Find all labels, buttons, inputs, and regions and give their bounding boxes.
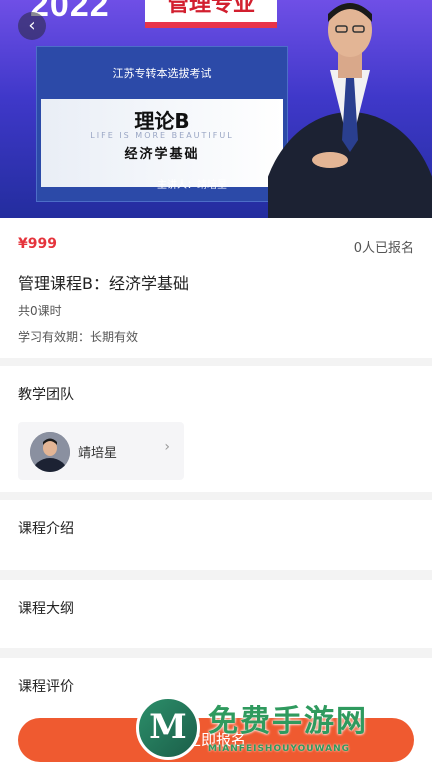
course-hours: 共0课时	[18, 304, 62, 318]
banner-lecturer: 主讲人：靖培星	[157, 180, 227, 191]
banner-motto: LIFE IS MORE BEAUTIFUL	[90, 131, 234, 140]
course-validity: 学习有效期：长期有效	[18, 330, 139, 344]
watermark-text: 免费手游网	[208, 704, 368, 739]
teaching-team-section: 教学团队 靖培星 ›	[0, 366, 432, 492]
banner-major: 管理专业	[145, 0, 278, 28]
back-button[interactable]: ‹	[18, 12, 46, 40]
chevron-left-icon: ‹	[28, 15, 36, 36]
teaching-team-title: 教学团队	[18, 387, 74, 403]
banner-panel: 江苏专转本选拔考试 理论B LIFE IS MORE BEAUTIFUL 经济学…	[36, 46, 288, 202]
teacher-avatar	[30, 432, 70, 472]
course-outline-section[interactable]: 课程大纲	[0, 580, 432, 648]
course-title: 管理课程B：经济学基础	[18, 274, 189, 293]
course-info: ¥999 0人已报名 管理课程B：经济学基础 共0课时 学习有效期：长期有效	[0, 218, 432, 358]
course-price: ¥999	[18, 236, 57, 252]
lecturer-photo	[268, 3, 432, 218]
course-intro-section[interactable]: 课程介绍	[0, 500, 432, 570]
chevron-right-icon: ›	[164, 439, 170, 455]
course-banner: 2022 管理专业 江苏专转本选拔考试 理论B LIFE IS MORE BEA…	[0, 0, 432, 218]
teacher-card[interactable]: 靖培星 ›	[18, 422, 184, 480]
banner-course-code: 理论B	[134, 109, 190, 133]
course-intro-title: 课程介绍	[18, 521, 74, 537]
banner-exam-title: 江苏专转本选拔考试	[112, 67, 212, 80]
teacher-avatar-image	[30, 432, 70, 472]
course-outline-title: 课程大纲	[18, 601, 74, 617]
site-watermark: M 免费手游网 MIANFEISHOUYOUWANG	[136, 694, 426, 766]
watermark-subtext: MIANFEISHOUYOUWANG	[208, 744, 350, 754]
watermark-logo: M	[136, 696, 200, 760]
course-review-title: 课程评价	[18, 679, 74, 695]
enrolled-count: 0人已报名	[353, 241, 414, 256]
banner-subject: 经济学基础	[124, 147, 200, 162]
teacher-name: 靖培星	[78, 446, 118, 461]
